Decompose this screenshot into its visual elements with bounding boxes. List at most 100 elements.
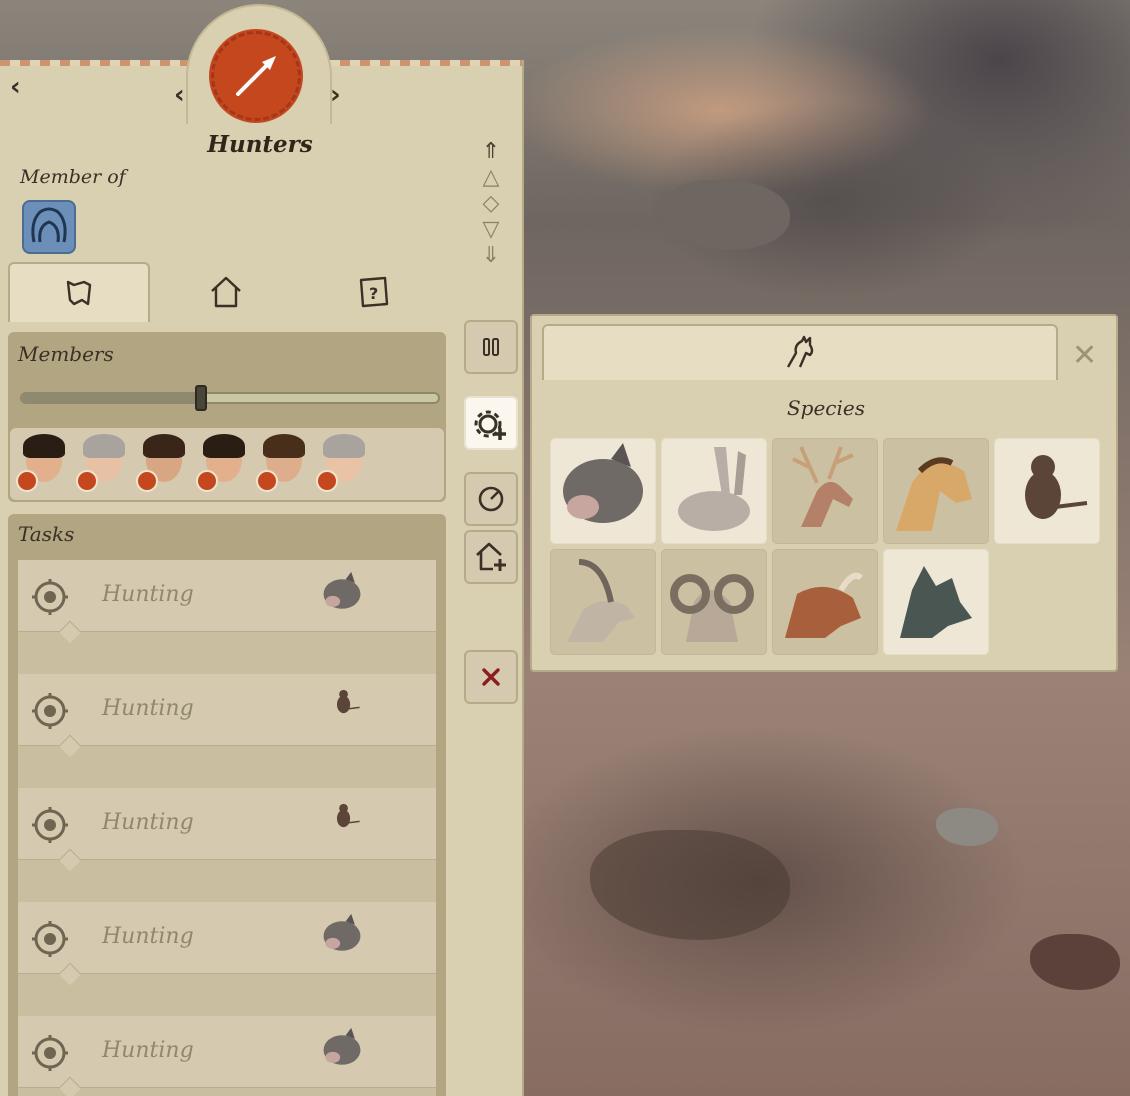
hair xyxy=(143,434,185,458)
prev-group-arrow[interactable]: ‹ xyxy=(174,80,185,110)
members-section: Members xyxy=(8,332,446,502)
group-title: Hunters xyxy=(207,131,313,158)
hare-icon xyxy=(678,447,750,531)
task-details xyxy=(18,632,436,674)
species-wolf[interactable] xyxy=(883,549,989,655)
member-portrait[interactable] xyxy=(136,434,189,494)
down-priority-icon[interactable]: ▽ xyxy=(483,218,500,242)
task-row[interactable]: Hunting xyxy=(18,1016,436,1096)
panel-tabs: ? xyxy=(8,262,518,322)
task-header xyxy=(18,902,436,974)
hunter-badge-icon xyxy=(76,470,98,492)
member-portrait[interactable] xyxy=(256,434,309,494)
member-portrait[interactable] xyxy=(76,434,129,494)
svg-text:?: ? xyxy=(369,284,378,303)
task-row[interactable]: Hunting xyxy=(18,674,436,788)
tasks-section: Tasks Hunting Hunting Hunting Hunting Huntin… xyxy=(8,514,446,1096)
hunter-badge-icon xyxy=(196,470,218,492)
hunter-badge-icon xyxy=(136,470,158,492)
next-group-arrow[interactable]: › xyxy=(330,80,341,110)
target-icon[interactable] xyxy=(30,577,70,617)
hair xyxy=(263,434,305,458)
slider-handle[interactable] xyxy=(194,385,207,411)
close-species-button[interactable]: ✕ xyxy=(1072,338,1097,373)
tab-settlement[interactable] xyxy=(186,262,266,322)
member-portrait[interactable] xyxy=(316,434,369,494)
disband-button[interactable] xyxy=(464,650,518,704)
pause-button[interactable] xyxy=(464,320,518,374)
member-portrait[interactable] xyxy=(196,434,249,494)
target-icon xyxy=(478,486,504,512)
close-icon xyxy=(482,668,500,686)
task-row[interactable]: Hunting xyxy=(18,788,436,902)
target-icon[interactable] xyxy=(30,919,70,959)
task-details xyxy=(18,746,436,788)
species-horse[interactable] xyxy=(883,438,989,544)
back-arrow[interactable]: ‹ xyxy=(10,72,21,102)
tasks-title: Tasks xyxy=(18,522,75,546)
task-label: Hunting xyxy=(102,810,194,835)
target-icon[interactable] xyxy=(30,1033,70,1073)
world-boulder xyxy=(1030,934,1120,990)
species-aurochs[interactable] xyxy=(772,549,878,655)
tribe-icon[interactable] xyxy=(22,200,76,254)
ibex-icon xyxy=(567,559,635,642)
members-slider[interactable] xyxy=(20,385,440,411)
task-label: Hunting xyxy=(102,696,194,721)
hunter-badge-icon xyxy=(16,470,38,492)
hair xyxy=(23,434,65,458)
target-icon[interactable] xyxy=(30,691,70,731)
horse-head-icon xyxy=(786,335,814,368)
species-boar[interactable] xyxy=(550,438,656,544)
rat-icon xyxy=(1025,455,1088,519)
task-label: Hunting xyxy=(102,924,194,949)
add-building-button[interactable] xyxy=(464,530,518,584)
target-button[interactable] xyxy=(464,472,518,526)
boar-icon xyxy=(323,571,361,609)
up-priority-icon[interactable]: △ xyxy=(483,166,500,190)
members-list xyxy=(10,428,444,500)
hunter-badge-icon xyxy=(256,470,278,492)
boar-icon xyxy=(323,913,361,951)
task-header xyxy=(18,674,436,746)
task-row[interactable]: Hunting xyxy=(18,560,436,674)
pause-icon xyxy=(483,338,499,356)
task-header xyxy=(18,788,436,860)
hair xyxy=(203,434,245,458)
add-task-button[interactable] xyxy=(464,396,518,450)
species-ibex[interactable] xyxy=(550,549,656,655)
task-header xyxy=(18,1016,436,1088)
tab-species[interactable] xyxy=(542,324,1058,380)
world-herd xyxy=(590,830,790,940)
species-rat[interactable] xyxy=(994,438,1100,544)
task-header xyxy=(18,560,436,632)
house-icon xyxy=(211,276,241,308)
target-icon[interactable] xyxy=(30,805,70,845)
slider-fill xyxy=(22,394,201,402)
world-boulder xyxy=(936,808,998,846)
species-mouflon[interactable] xyxy=(661,549,767,655)
species-deer[interactable] xyxy=(772,438,878,544)
species-hare[interactable] xyxy=(661,438,767,544)
mouflon-icon xyxy=(670,574,754,642)
species-title: Species xyxy=(786,396,866,420)
tab-territory[interactable] xyxy=(8,262,150,322)
hunter-badge-icon xyxy=(316,470,338,492)
hair xyxy=(323,434,365,458)
member-portrait[interactable] xyxy=(16,434,69,494)
gear-plus-icon xyxy=(474,410,506,440)
task-details xyxy=(18,860,436,902)
spear-emblem-icon xyxy=(211,31,301,121)
tab-help[interactable]: ? xyxy=(334,262,414,322)
deer-icon xyxy=(792,446,854,527)
top-priority-icon[interactable]: ⇑ xyxy=(482,140,500,164)
aurochs-icon xyxy=(785,572,864,638)
task-label: Hunting xyxy=(102,1038,194,1063)
neutral-priority-icon[interactable]: ◇ xyxy=(483,192,500,216)
task-row[interactable]: Hunting xyxy=(18,902,436,1016)
species-panel: ✕ Species xyxy=(530,314,1118,672)
member-of-label: Member of xyxy=(20,166,126,188)
boar-icon xyxy=(323,1027,361,1065)
boar-icon xyxy=(563,443,643,523)
rat-icon xyxy=(336,689,360,714)
